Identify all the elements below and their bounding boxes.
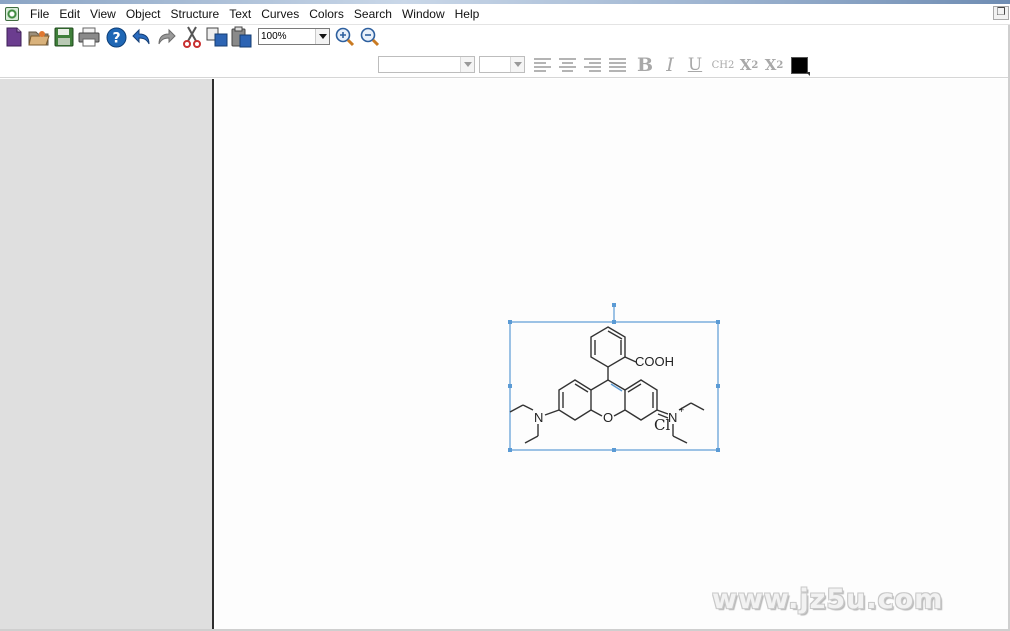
paste-icon[interactable]: [230, 26, 252, 48]
left-panel: [0, 79, 214, 631]
subscript-digit: 2: [751, 59, 759, 71]
superscript-button[interactable]: X2: [762, 54, 786, 76]
text-color-button[interactable]: [791, 57, 810, 76]
chemical-format-button[interactable]: CH2: [710, 54, 736, 76]
left-nitrogen-label: N: [534, 410, 543, 425]
selection-box[interactable]: [509, 305, 719, 451]
menu-object[interactable]: Object: [121, 4, 166, 24]
standard-toolbar: ? 100%: [0, 25, 1010, 51]
bond-lines: [509, 326, 705, 444]
zoom-in-icon[interactable]: [334, 26, 356, 48]
menu-view[interactable]: View: [85, 4, 121, 24]
open-icon[interactable]: [28, 26, 50, 48]
justify-icon[interactable]: [607, 54, 628, 76]
menu-search[interactable]: Search: [349, 4, 397, 24]
subscript-base: X: [739, 56, 752, 74]
menu-window[interactable]: Window: [397, 4, 450, 24]
selected-structure[interactable]: COOH N N O Cl +: [505, 300, 725, 460]
menu-colors[interactable]: Colors: [304, 4, 349, 24]
font-family-select[interactable]: [378, 56, 475, 73]
charge-label: +: [679, 405, 684, 415]
bold-button[interactable]: B: [634, 54, 656, 76]
chevron-down-icon[interactable]: [315, 29, 329, 44]
menu-text[interactable]: Text: [224, 4, 256, 24]
italic-button[interactable]: I: [660, 54, 680, 76]
chevron-down-icon[interactable]: [460, 57, 474, 72]
align-center-icon[interactable]: [557, 54, 578, 76]
carboxyl-label: COOH: [635, 354, 674, 369]
rotate-handle[interactable]: [612, 303, 616, 307]
copy-icon[interactable]: [206, 26, 228, 48]
app-icon[interactable]: [5, 7, 19, 21]
menu-structure[interactable]: Structure: [166, 4, 225, 24]
new-document-icon[interactable]: [3, 26, 25, 48]
zoom-value: 100%: [261, 31, 287, 42]
watermark-text: www.jz5u.com: [712, 584, 944, 615]
menu-file[interactable]: File: [25, 4, 54, 24]
superscript-digit: 2: [776, 59, 784, 71]
menu-curves[interactable]: Curves: [256, 4, 304, 24]
superscript-base: X: [764, 56, 777, 74]
menu-edit[interactable]: Edit: [54, 4, 85, 24]
rhodamine-b-structure[interactable]: COOH N N O Cl +: [505, 300, 725, 460]
help-icon[interactable]: ?: [105, 26, 127, 48]
restore-window-icon[interactable]: ❐: [993, 6, 1009, 20]
menu-help[interactable]: Help: [450, 4, 485, 24]
menu-bar: File Edit View Object Structure Text Cur…: [0, 4, 1010, 25]
underline-button[interactable]: U: [684, 54, 706, 76]
align-left-icon[interactable]: [532, 54, 553, 76]
zoom-out-icon[interactable]: [359, 26, 381, 48]
align-right-icon[interactable]: [582, 54, 603, 76]
font-size-select[interactable]: [479, 56, 525, 73]
redo-icon[interactable]: [155, 26, 177, 48]
zoom-select[interactable]: 100%: [258, 28, 330, 45]
print-icon[interactable]: [78, 26, 100, 48]
format-toolbar: B I U CH2 X2 X2: [0, 51, 1010, 78]
subscript-button[interactable]: X2: [737, 54, 761, 76]
selection-handles[interactable]: [508, 303, 720, 452]
ring-oxygen-label: O: [603, 410, 613, 425]
chevron-down-icon[interactable]: [510, 57, 524, 72]
save-icon[interactable]: [53, 26, 75, 48]
undo-icon[interactable]: [131, 26, 153, 48]
svg-text:?: ?: [112, 30, 120, 46]
cut-icon[interactable]: [181, 26, 203, 48]
chloride-label: Cl: [654, 416, 670, 434]
